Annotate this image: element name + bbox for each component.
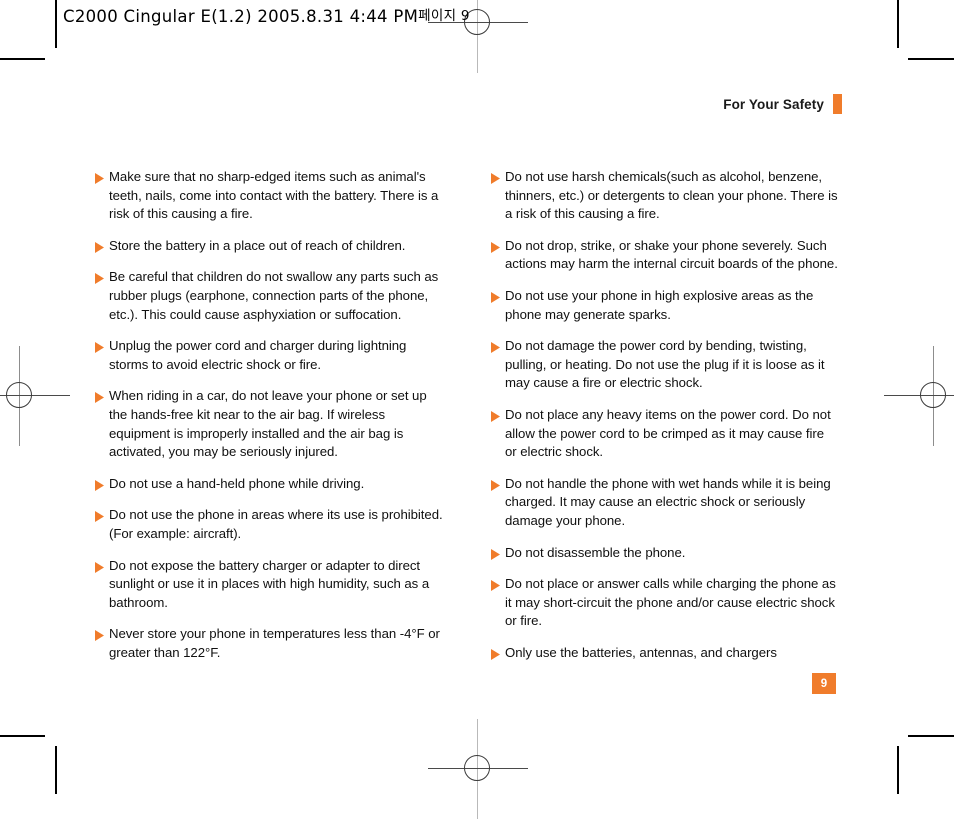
registration-mark-circle bbox=[464, 755, 490, 781]
list-item: Do not place or answer calls while charg… bbox=[491, 575, 839, 631]
crop-mark-top-right-horizontal bbox=[908, 58, 954, 60]
list-item-text: Do not place any heavy items on the powe… bbox=[505, 406, 831, 460]
triangle-right-icon bbox=[491, 342, 500, 354]
registration-mark-circle bbox=[6, 382, 32, 408]
triangle-right-icon bbox=[491, 241, 500, 253]
right-column: Do not use harsh chemicals(such as alcoh… bbox=[491, 168, 839, 662]
list-item: Only use the batteries, antennas, and ch… bbox=[491, 644, 839, 663]
list-item: Unplug the power cord and charger during… bbox=[95, 337, 443, 374]
list-item-text: When riding in a car, do not leave your … bbox=[109, 388, 427, 460]
accent-bar bbox=[833, 94, 842, 114]
list-item: Never store your phone in temperatures l… bbox=[95, 625, 443, 662]
crop-mark-bottom-left-vertical bbox=[55, 746, 57, 794]
list-item: Do not handle the phone with wet hands w… bbox=[491, 475, 839, 531]
triangle-right-icon bbox=[95, 630, 104, 642]
triangle-right-icon bbox=[491, 410, 500, 422]
page-title: For Your Safety bbox=[723, 96, 824, 112]
triangle-right-icon bbox=[95, 561, 104, 573]
list-item-text: Store the battery in a place out of reac… bbox=[109, 237, 406, 253]
registration-mark-right bbox=[884, 346, 954, 446]
body-columns: Make sure that no sharp-edged items such… bbox=[95, 168, 840, 662]
list-item: Do not use your phone in high explosive … bbox=[491, 287, 839, 324]
left-column: Make sure that no sharp-edged items such… bbox=[95, 168, 443, 662]
triangle-right-icon bbox=[491, 548, 500, 560]
triangle-right-icon bbox=[95, 173, 104, 184]
crop-mark-top-right-vertical bbox=[897, 0, 899, 48]
slug-line-suffix: 페이지 9 bbox=[418, 8, 470, 24]
list-item: Do not damage the power cord by bending,… bbox=[491, 337, 839, 393]
list-item-text: Do not use a hand-held phone while drivi… bbox=[109, 475, 365, 491]
list-item: Make sure that no sharp-edged items such… bbox=[95, 168, 443, 224]
registration-mark-left bbox=[0, 346, 70, 446]
list-item-text: Be careful that children do not swallow … bbox=[109, 269, 439, 322]
list-item: Do not expose the battery charger or ada… bbox=[95, 557, 443, 613]
crop-mark-bottom-right-horizontal bbox=[908, 735, 954, 737]
triangle-right-icon bbox=[95, 479, 104, 491]
list-item: Do not disassemble the phone. bbox=[491, 544, 839, 563]
triangle-right-icon bbox=[491, 479, 500, 491]
list-item-text: Do not use harsh chemicals(such as alcoh… bbox=[505, 169, 838, 222]
list-item: Do not drop, strike, or shake your phone… bbox=[491, 237, 839, 274]
crop-mark-bottom-left-horizontal bbox=[0, 735, 45, 737]
triangle-right-icon bbox=[95, 511, 104, 523]
list-item-text: Do not expose the battery charger or ada… bbox=[109, 557, 430, 610]
print-slug-line: C2000 Cingular E(1.2) 2005.8.31 4:44 PM페… bbox=[63, 4, 470, 26]
list-item: Do not use harsh chemicals(such as alcoh… bbox=[491, 168, 839, 224]
crop-mark-top-left-horizontal bbox=[0, 58, 45, 60]
list-item-text: Do not disassemble the phone. bbox=[505, 544, 686, 560]
list-item-text: Do not handle the phone with wet hands w… bbox=[505, 475, 831, 528]
triangle-right-icon bbox=[95, 392, 104, 404]
list-item: Store the battery in a place out of reac… bbox=[95, 237, 443, 256]
registration-mark-bottom bbox=[428, 719, 528, 819]
list-item: Do not use the phone in areas where its … bbox=[95, 506, 443, 543]
registration-mark-circle bbox=[920, 382, 946, 408]
list-item: Do not place any heavy items on the powe… bbox=[491, 406, 839, 462]
page-number-text: 9 bbox=[820, 677, 828, 690]
list-item-text: Do not damage the power cord by bending,… bbox=[505, 338, 825, 391]
list-item: Do not use a hand-held phone while drivi… bbox=[95, 475, 443, 494]
list-item-text: Never store your phone in temperatures l… bbox=[109, 626, 440, 660]
triangle-right-icon bbox=[491, 173, 500, 184]
list-item-text: Do not place or answer calls while charg… bbox=[505, 576, 836, 629]
page-number-badge: 9 bbox=[812, 673, 836, 694]
list-item-text: Do not use your phone in high explosive … bbox=[505, 287, 814, 322]
list-item: Be careful that children do not swallow … bbox=[95, 268, 443, 324]
list-item-text: Do not use the phone in areas where its … bbox=[109, 507, 443, 541]
triangle-right-icon bbox=[491, 580, 500, 592]
triangle-right-icon bbox=[95, 342, 104, 354]
triangle-right-icon bbox=[491, 648, 500, 660]
triangle-right-icon bbox=[95, 241, 104, 253]
list-item-text: Unplug the power cord and charger during… bbox=[109, 338, 407, 372]
list-item: When riding in a car, do not leave your … bbox=[95, 387, 443, 461]
triangle-right-icon bbox=[491, 291, 500, 303]
running-head: For Your Safety bbox=[723, 94, 842, 114]
crop-mark-bottom-right-vertical bbox=[897, 746, 899, 794]
list-item-text: Only use the batteries, antennas, and ch… bbox=[505, 644, 777, 660]
list-item-text: Do not drop, strike, or shake your phone… bbox=[505, 237, 838, 272]
list-item-text: Make sure that no sharp-edged items such… bbox=[109, 169, 439, 222]
slug-line-text: C2000 Cingular E(1.2) 2005.8.31 4:44 PM bbox=[63, 7, 419, 26]
triangle-right-icon bbox=[95, 273, 104, 285]
crop-mark-top-left-vertical bbox=[55, 0, 57, 48]
